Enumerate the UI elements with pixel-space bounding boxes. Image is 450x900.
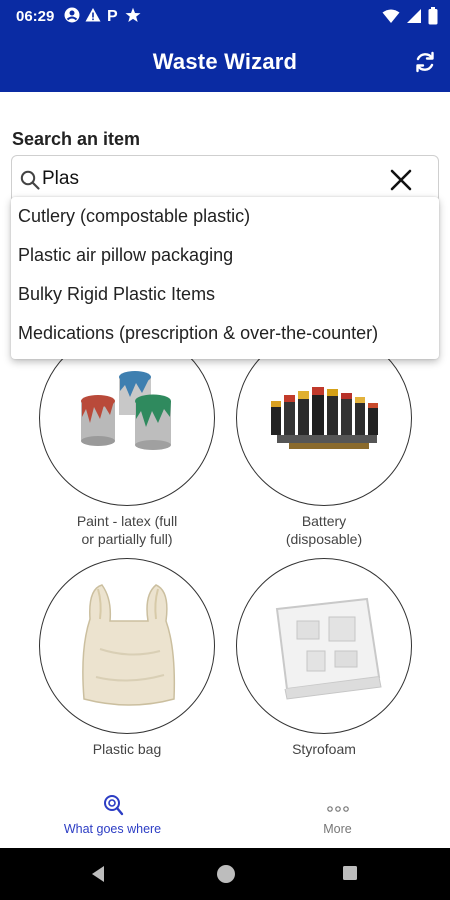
item-battery[interactable]: Battery (disposable) [236,330,412,548]
suggestion-item[interactable]: Cutlery (compostable plastic) [11,197,439,236]
system-nav-bar [0,848,450,900]
plastic-bag-image [82,584,176,706]
styrofoam-image-circle[interactable] [236,558,412,734]
search-icon [20,170,40,190]
app-bar: Waste Wizard [0,33,450,92]
item-paint[interactable]: Paint - latex (full or partially full) [39,330,215,548]
suggestions-dropdown: Cutlery (compostable plastic) Plastic ai… [11,197,439,359]
status-time: 06:29 [16,8,55,25]
item-styrofoam[interactable]: Styrofoam [236,558,412,758]
app-title: Waste Wizard [152,49,298,74]
parking-icon: P [107,8,118,23]
item-label: Battery (disposable) [285,513,363,547]
recents-icon[interactable] [342,865,358,881]
suggestion-item[interactable]: Medications (prescription & over-the-cou… [11,314,439,353]
search-box[interactable] [11,155,439,203]
plastic-bag-image-circle[interactable] [39,558,215,734]
styrofoam-image [275,597,382,700]
wifi-icon [382,9,400,23]
suggestion-item[interactable]: Bulky Rigid Plastic Items [11,275,439,314]
status-bar: 06:29 P [0,0,450,33]
search-input[interactable] [42,164,382,194]
signal-icon [407,9,421,23]
bottom-nav: What goes where More [0,788,450,848]
search-recycle-icon [104,795,124,816]
star-icon [125,7,141,22]
account-icon [64,7,80,23]
item-plastic-bag[interactable]: Plastic bag [39,558,215,758]
refresh-button[interactable] [410,47,440,77]
item-label: Paint - latex (full or partially full) [76,513,178,547]
warning-icon [85,8,101,22]
item-label: Plastic bag [92,741,162,757]
clear-search-icon[interactable] [388,167,414,193]
home-icon[interactable] [216,864,236,884]
svg-text:P: P [107,8,118,23]
nav-label: More [323,822,352,836]
battery-icon [428,7,438,25]
nav-more[interactable]: More [225,788,450,848]
nav-what-goes-where[interactable]: What goes where [0,788,225,848]
suggestion-item[interactable]: Plastic air pillow packaging [11,236,439,275]
refresh-icon [416,51,434,73]
item-label: Styrofoam [292,741,356,757]
search-label: Search an item [12,129,141,149]
nav-label: What goes where [63,822,162,836]
back-icon[interactable] [90,865,106,883]
more-icon [327,806,349,812]
